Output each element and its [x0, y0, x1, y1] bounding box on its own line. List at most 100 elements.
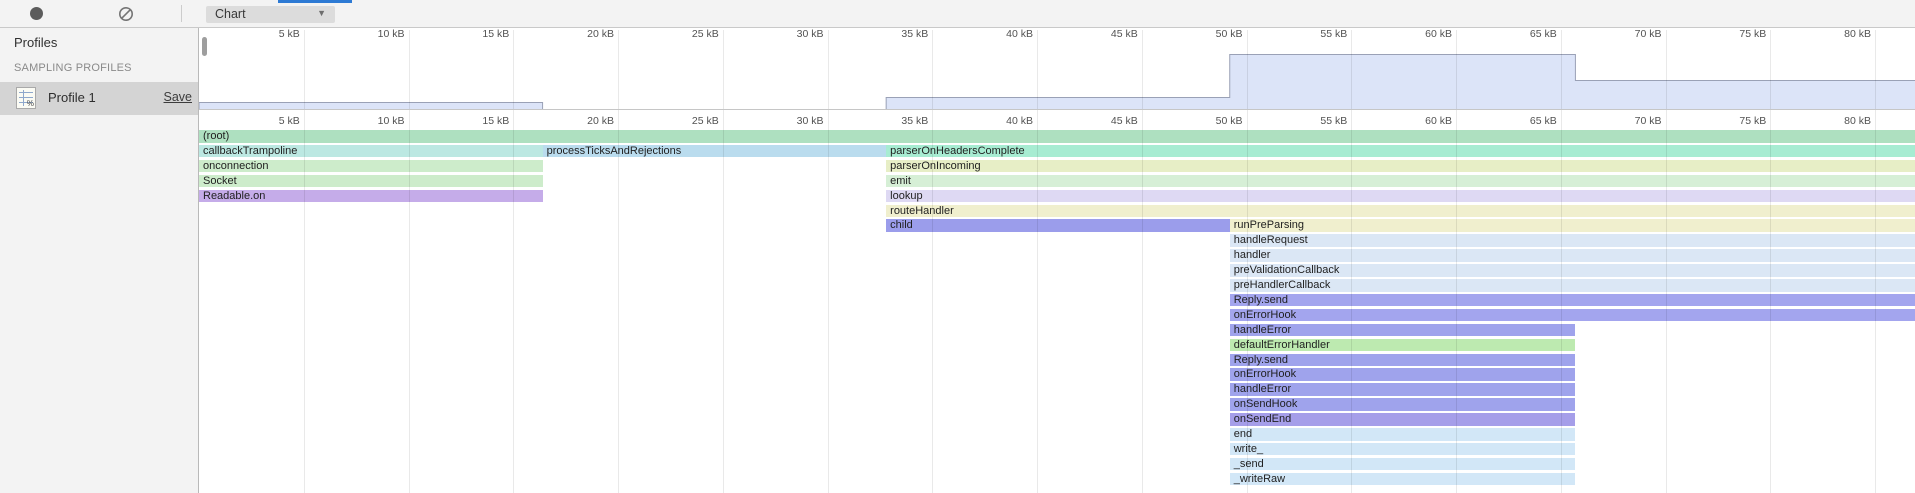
flame-bar-runpreparsing[interactable]: runPreParsing	[1230, 219, 1915, 232]
profiler-toolbar: Chart ▼	[0, 0, 1915, 28]
ruler-tick-label: 5 kB	[242, 115, 300, 127]
flame-bar-label: write_	[1230, 443, 1576, 456]
flame-bar-label: Reply.send	[1230, 294, 1915, 307]
chart-main-area: 5 kB 10 kB 15 kB 20 kB 25 kB 30 kB 35 kB 40 kB 4…	[0, 0, 1915, 493]
ruler-tick-label: 65 kB	[1499, 115, 1557, 127]
flame-bar-onsendend[interactable]: onSendEnd	[1230, 413, 1576, 426]
ruler-tick-label: 55 kB	[1289, 115, 1347, 127]
flame-bar-label: onErrorHook	[1230, 309, 1915, 322]
ruler-tick-label: 30 kB	[766, 115, 824, 127]
ruler-tick-label: 30 kB	[766, 28, 824, 40]
ruler-tick-label: 70 kB	[1604, 28, 1662, 40]
profile-chart-icon: %	[16, 87, 36, 109]
gridline	[1875, 30, 1876, 493]
flame-bar-prehandlercallback[interactable]: preHandlerCallback	[1230, 279, 1915, 292]
overview-area-path[interactable]	[199, 55, 1915, 110]
ruler-tick-label: 25 kB	[661, 115, 719, 127]
flame-bar-onerrorhook[interactable]: onErrorHook	[1230, 309, 1915, 322]
flame-bar-processticksandrejections[interactable]: processTicksAndRejections	[543, 145, 887, 158]
flame-bar-label: defaultErrorHandler	[1230, 339, 1576, 352]
save-profile-link[interactable]: Save	[164, 90, 193, 104]
flame-bar-routehandler[interactable]: routeHandler	[886, 205, 1915, 218]
clear-all-profiles-button[interactable]	[116, 4, 136, 24]
ruler-tick-label: 80 kB	[1813, 28, 1871, 40]
ruler-tick-label: 50 kB	[1185, 28, 1243, 40]
ruler-tick-label: 75 kB	[1708, 115, 1766, 127]
flame-bar-label: _writeRaw	[1230, 473, 1576, 486]
flame-bar-child[interactable]: child	[886, 219, 1230, 232]
ruler-tick-label: 50 kB	[1185, 115, 1243, 127]
flame-bar-label: processTicksAndRejections	[543, 145, 887, 158]
flame-bar-parseronheaderscomplete[interactable]: parserOnHeadersComplete	[886, 145, 1915, 158]
flame-bar-label: handleRequest	[1230, 234, 1915, 247]
flame-bar--send[interactable]: _send	[1230, 458, 1576, 471]
flame-bar-label: callbackTrampoline	[199, 145, 543, 158]
flame-bar--writeraw[interactable]: _writeRaw	[1230, 473, 1576, 486]
flame-bar-emit[interactable]: emit	[886, 175, 1915, 188]
flame-bar-handleerror[interactable]: handleError	[1230, 383, 1576, 396]
flame-bar-handleerror[interactable]: handleError	[1230, 324, 1576, 337]
record-button[interactable]	[30, 7, 43, 20]
toolbar-separator	[181, 5, 182, 22]
gridline	[409, 30, 410, 493]
flame-bar-onconnection[interactable]: onconnection	[199, 160, 543, 173]
flame-bar-lookup[interactable]: lookup	[886, 190, 1915, 203]
flame-bar-parseronincoming[interactable]: parserOnIncoming	[886, 160, 1915, 173]
flame-bar-reply-send[interactable]: Reply.send	[1230, 354, 1576, 367]
gridline	[1666, 30, 1667, 493]
flame-bar-label: lookup	[886, 190, 1915, 203]
sampling-profiles-section-label: SAMPLING PROFILES	[14, 62, 132, 74]
ruler-tick-label: 35 kB	[870, 28, 928, 40]
ruler-tick-label: 10 kB	[347, 115, 405, 127]
ruler-tick-label: 15 kB	[451, 28, 509, 40]
ruler-tick-label: 45 kB	[1080, 28, 1138, 40]
gridline	[1770, 30, 1771, 493]
gridline	[1142, 30, 1143, 493]
flame-bar-label: routeHandler	[886, 205, 1915, 218]
flame-bar-onerrorhook[interactable]: onErrorHook	[1230, 368, 1576, 381]
flame-bar-label: handleError	[1230, 324, 1576, 337]
ruler-tick-label: 25 kB	[661, 28, 719, 40]
ruler-tick-label: 75 kB	[1708, 28, 1766, 40]
ruler-tick-label: 15 kB	[451, 115, 509, 127]
flame-bar-handler[interactable]: handler	[1230, 249, 1915, 262]
ruler-tick-label: 10 kB	[347, 28, 405, 40]
flame-bar-label: end	[1230, 428, 1576, 441]
flame-bar-onsendhook[interactable]: onSendHook	[1230, 398, 1576, 411]
profile-item-profile-1[interactable]: % Profile 1 Save	[0, 82, 198, 115]
memory-profiler-panel: 5 kB 10 kB 15 kB 20 kB 25 kB 30 kB 35 kB 40 kB 4…	[0, 0, 1915, 493]
flame-bar-label: emit	[886, 175, 1915, 188]
gridline	[513, 30, 514, 493]
flame-bar-write-[interactable]: write_	[1230, 443, 1576, 456]
ruler-tick-label: 40 kB	[975, 28, 1033, 40]
flame-bar-defaulterrorhandler[interactable]: defaultErrorHandler	[1230, 339, 1576, 352]
ruler-tick-label: 5 kB	[242, 28, 300, 40]
flame-bar-prevalidationcallback[interactable]: preValidationCallback	[1230, 264, 1915, 277]
gridline	[723, 30, 724, 493]
flame-bar-end[interactable]: end	[1230, 428, 1576, 441]
ruler-tick-label: 70 kB	[1604, 115, 1662, 127]
active-tab-indicator	[278, 0, 352, 3]
ruler-tick-label: 40 kB	[975, 115, 1033, 127]
gridline	[1247, 30, 1248, 493]
flame-bar-label: onSendEnd	[1230, 413, 1576, 426]
flame-bar-label: (root)	[199, 130, 1915, 143]
flame-bar-label: runPreParsing	[1230, 219, 1915, 232]
vertical-scrollbar-thumb[interactable]	[202, 37, 207, 56]
flame-bar-label: Reply.send	[1230, 354, 1576, 367]
view-mode-select[interactable]: Chart ▼	[206, 6, 335, 23]
profiles-sidebar: Profiles SAMPLING PROFILES % Profile 1 S…	[0, 27, 199, 493]
flame-bar-reply-send[interactable]: Reply.send	[1230, 294, 1915, 307]
flame-bar-readable-on[interactable]: Readable.on	[199, 190, 543, 203]
flame-bar-label: preHandlerCallback	[1230, 279, 1915, 292]
ruler-tick-label: 20 kB	[556, 28, 614, 40]
flame-bar-handlerequest[interactable]: handleRequest	[1230, 234, 1915, 247]
gridline	[304, 30, 305, 493]
flame-bar-callbacktrampoline[interactable]: callbackTrampoline	[199, 145, 543, 158]
gridline	[932, 30, 933, 493]
ruler-tick-label: 80 kB	[1813, 115, 1871, 127]
gridline	[1037, 30, 1038, 493]
flame-bar--root-[interactable]: (root)	[199, 130, 1915, 143]
flame-bar-socket[interactable]: Socket	[199, 175, 543, 188]
gridline	[618, 30, 619, 493]
